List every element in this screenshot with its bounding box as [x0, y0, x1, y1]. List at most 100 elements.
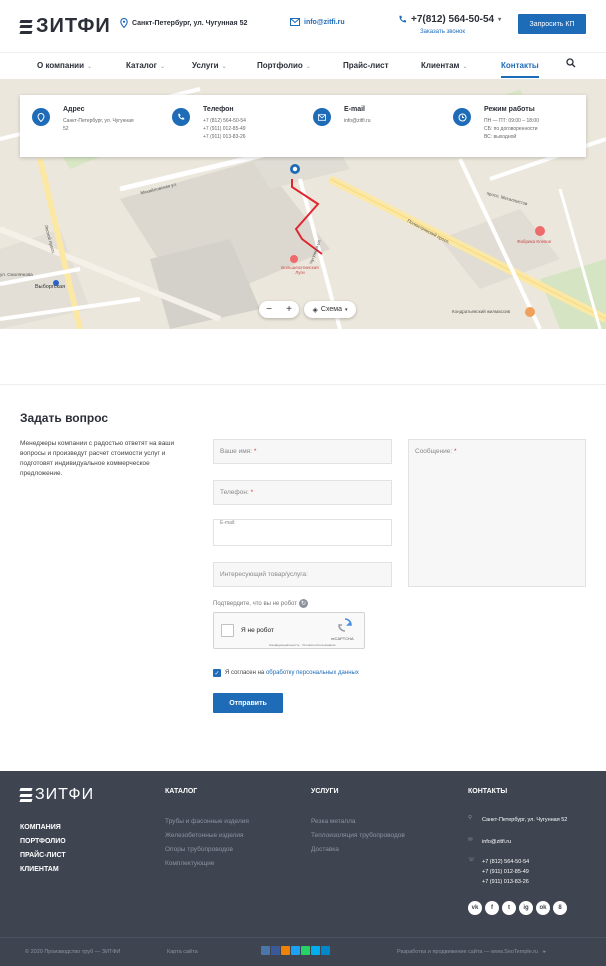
nav-item-pricelist[interactable]: Прайс-лист	[343, 61, 388, 70]
header-address: Санкт-Петербург, ул. Чугунная 52	[120, 18, 247, 28]
nav-item-company[interactable]: О компании ⌄	[37, 61, 92, 70]
map-type-select[interactable]: ◈ Схема ▾	[304, 301, 356, 318]
header-phone[interactable]: +7(812) 564-50-54 ▾	[398, 14, 501, 25]
footer-catalog-links: Трубы и фасонные изделия Железобетонные …	[165, 815, 249, 871]
map-label-hospital: Большеохтинская Луги	[281, 265, 319, 275]
phone-field[interactable]: Телефон: *	[213, 480, 392, 505]
odnoklassniki-icon[interactable]: ok	[536, 901, 550, 915]
email-field[interactable]: E-mail:	[213, 519, 392, 546]
consent-text: Я согласен на обработку персональных дан…	[225, 670, 359, 676]
consent-link[interactable]: обработку персональных данных	[266, 670, 359, 676]
facebook-icon[interactable]: f	[485, 901, 499, 915]
footer-link-pricelist[interactable]: ПРАЙС-ЛИСТ	[20, 849, 66, 863]
footer-link-company[interactable]: КОМПАНИЯ	[20, 821, 66, 835]
contact-card-text: Санкт-Петербург, ул. Чугунная 52	[63, 118, 134, 132]
twitter-icon[interactable]: t	[502, 901, 516, 915]
footer-logo[interactable]: ЗИТФИ	[19, 786, 95, 804]
map-type-label: Схема	[320, 306, 342, 313]
footer-service-link[interactable]: Доставка	[311, 843, 405, 857]
share-facebook-icon[interactable]	[271, 946, 280, 955]
header-email-text: info@zitfi.ru	[304, 18, 345, 26]
footer-catalog-link[interactable]: Трубы и фасонные изделия	[165, 815, 249, 829]
layers-icon: ◈	[312, 306, 318, 314]
nav-item-services[interactable]: Услуги ⌄	[192, 61, 227, 70]
nav-item-label: Контакты	[501, 61, 539, 70]
contact-card-text[interactable]: info@zitfi.ru	[344, 117, 439, 125]
share-telegram-icon[interactable]	[321, 946, 330, 955]
nav-item-catalog[interactable]: Каталог ⌄	[126, 61, 165, 70]
footer-link-clients[interactable]: КЛИЕНТАМ	[20, 863, 66, 877]
instagram-icon[interactable]: ig	[519, 901, 533, 915]
footer-contacts-title: КОНТАКТЫ	[468, 788, 508, 795]
contact-card-title: E-mail	[344, 106, 366, 113]
pin-icon: ⚲	[468, 815, 473, 821]
footer-service-link[interactable]: Резка металла	[311, 815, 405, 829]
nav-item-label: Портфолио	[257, 61, 303, 70]
zoom-out-button[interactable]: −	[266, 304, 272, 315]
contact-card-title: Режим работы	[484, 106, 535, 113]
submit-button[interactable]: Отправить	[213, 693, 283, 713]
footer-contact-phones: ☏ +7 (812) 564-50-54 +7 (911) 012-85-49 …	[468, 857, 529, 887]
recaptcha-checkbox[interactable]	[221, 624, 234, 637]
product-field[interactable]: Интересующий товар/услуга:	[213, 562, 392, 587]
contacts-info-bar: Адрес Санкт-Петербург, ул. Чугунная 52 Т…	[20, 95, 586, 157]
footer-copyright: © 2020 Производство труб — ЗИТФИ	[25, 949, 121, 955]
phone-icon	[172, 108, 190, 126]
footer-social-icons: vk f t ig ok 8	[468, 901, 567, 915]
search-icon[interactable]	[566, 58, 576, 68]
share-ok-icon[interactable]	[281, 946, 290, 955]
footer-contact-email-text: info@zitfi.ru	[482, 839, 512, 845]
map-label-factory: Фабрика Клевое	[517, 239, 552, 244]
nav-item-label: Клиентам	[421, 61, 460, 70]
footer-contact-address-text: Санкт-Петербург, ул. Чугунная 52	[482, 817, 568, 823]
map-zoom-control: − +	[259, 301, 299, 318]
header: ЗИТФИ Санкт-Петербург, ул. Чугунная 52 i…	[0, 0, 606, 50]
share-twitter-icon[interactable]	[291, 946, 300, 955]
footer-developer-text: Разработка и продвижение сайта — www.Seo…	[397, 949, 539, 955]
footer-contact-email[interactable]: ✉ info@zitfi.ru	[468, 837, 511, 847]
footer-catalog-link[interactable]: Комплектующие	[165, 857, 249, 871]
footer-services-links: Резка металла Теплоизоляция трубопроводо…	[311, 815, 405, 857]
nav-item-contacts[interactable]: Контакты	[501, 61, 539, 78]
vk-icon[interactable]: vk	[468, 901, 482, 915]
form-description: Менеджеры компании с радостью ответят на…	[20, 440, 175, 477]
footer-sitemap-link[interactable]: Карта сайта	[167, 949, 198, 955]
callback-link[interactable]: Заказать звонок	[420, 29, 465, 35]
phone-placeholder: Телефон: *	[220, 489, 254, 496]
consent-checkbox[interactable]: ✓	[213, 669, 221, 677]
logo[interactable]: ЗИТФИ	[19, 15, 111, 38]
footer-services-title: УСЛУГИ	[311, 788, 339, 795]
section-divider	[0, 384, 606, 385]
chevron-down-icon: ⌄	[160, 64, 166, 70]
recaptcha-label: Я не робот	[241, 627, 274, 634]
footer-catalog-link[interactable]: Железобетонные изделия	[165, 829, 249, 843]
nav-item-clients[interactable]: Клиентам ⌄	[421, 61, 467, 70]
footer-service-link[interactable]: Теплоизоляция трубопроводов	[311, 829, 405, 843]
zoom-in-button[interactable]: +	[286, 304, 292, 315]
share-whatsapp-icon[interactable]	[301, 946, 310, 955]
form-title: Задать вопрос	[20, 411, 109, 425]
recaptcha-brand: reCAPTCHA	[331, 636, 354, 641]
footer-link-portfolio[interactable]: ПОРТФОЛИО	[20, 835, 66, 849]
main-nav: О компании ⌄ Каталог ⌄ Услуги ⌄ Портфолио ⌄ …	[0, 52, 606, 78]
nav-item-label: О компании	[37, 61, 84, 70]
message-field[interactable]: Сообщение: *	[408, 439, 586, 587]
developer-logo-icon: ⚹	[542, 949, 546, 955]
footer-contact-phones-text[interactable]: +7 (812) 564-50-54 +7 (911) 012-85-49 +7…	[482, 857, 529, 887]
footer-catalog-link[interactable]: Опоры трубопроводов	[165, 843, 249, 857]
footer-developer[interactable]: Разработка и продвижение сайта — www.Seo…	[397, 949, 546, 956]
name-field[interactable]: Ваше имя: *	[213, 439, 392, 464]
share-skype-icon[interactable]	[311, 946, 320, 955]
share-vk-icon[interactable]	[261, 946, 270, 955]
google-plus-icon[interactable]: 8	[553, 901, 567, 915]
recaptcha-logo-icon	[338, 618, 352, 632]
footer-logo-text: ЗИТФИ	[35, 786, 95, 803]
request-quote-button[interactable]: Запросить КП	[518, 14, 586, 34]
phone-icon: ☏	[468, 857, 475, 863]
header-email[interactable]: info@zitfi.ru	[290, 18, 345, 26]
refresh-icon[interactable]: ↻	[299, 599, 308, 608]
contact-card-text: ПН — ПТ: 09:00 – 18:00 СБ: по договоренн…	[484, 118, 539, 140]
recaptcha-terms[interactable]: Конфиденциальность · Условия использован…	[269, 643, 335, 647]
captcha-prompt: Подтвердите, что вы не робот ↻	[213, 599, 308, 608]
nav-item-portfolio[interactable]: Портфолио ⌄	[257, 61, 311, 70]
